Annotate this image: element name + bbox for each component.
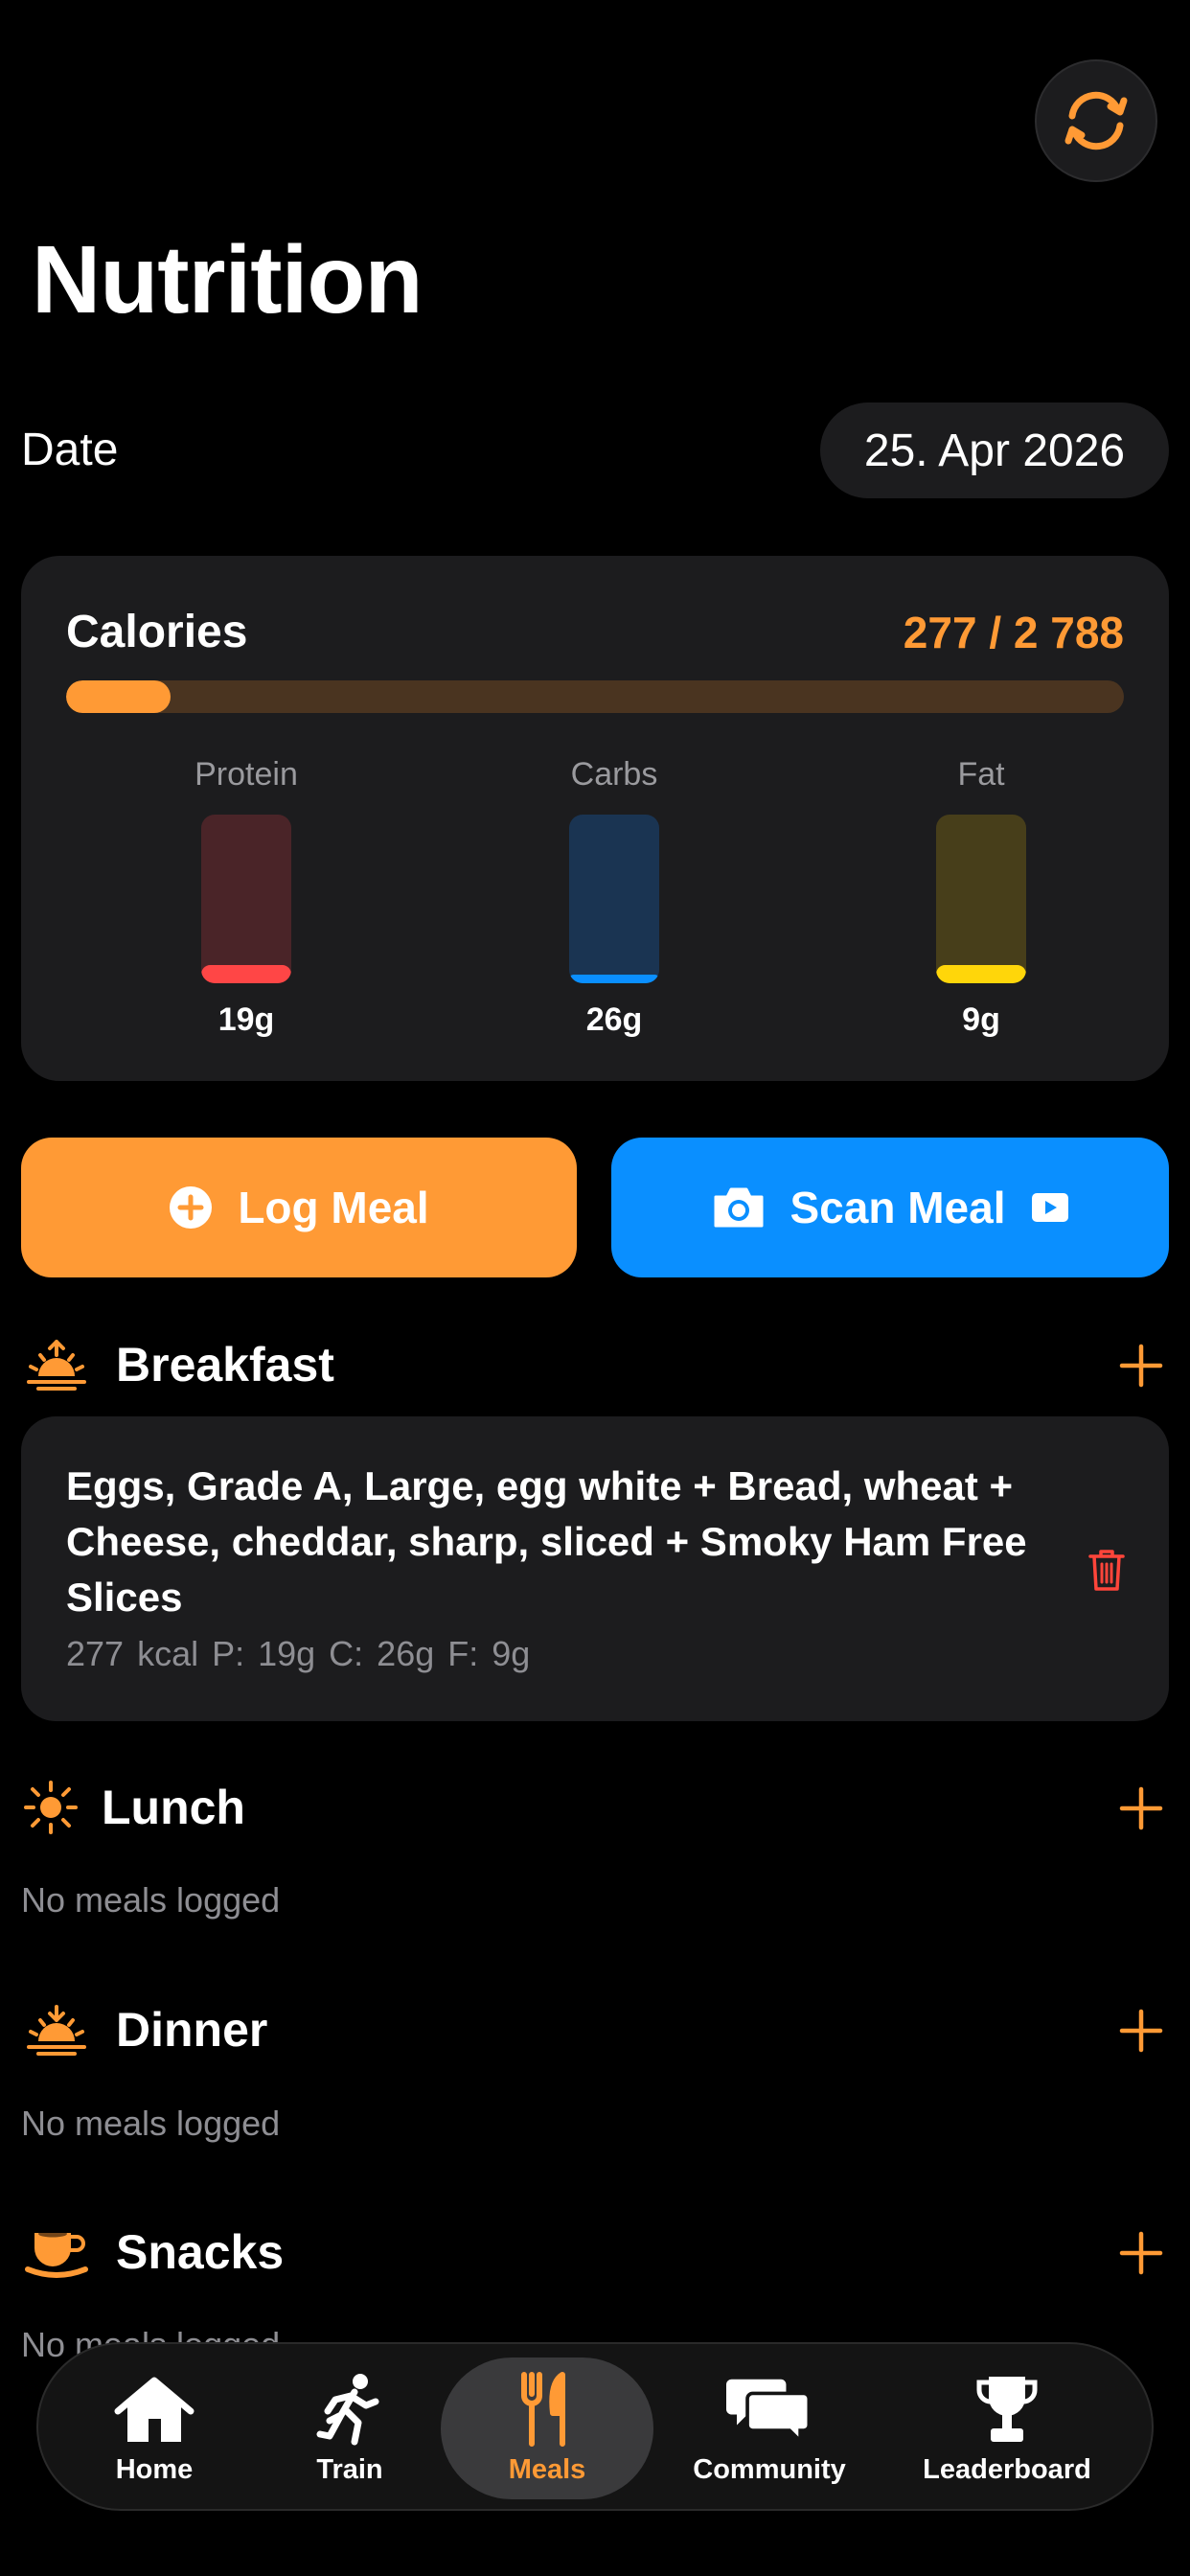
section-snacks: Snacks [0, 2219, 1190, 2286]
dinner-empty-text: No meals logged [21, 2104, 281, 2143]
scan-meal-button[interactable]: Scan Meal [611, 1138, 1169, 1277]
tab-label: Meals [508, 2454, 586, 2485]
trophy-icon [964, 2371, 1050, 2448]
add-lunch-button[interactable] [1119, 1786, 1163, 1830]
section-title: Dinner [116, 2003, 268, 2057]
section-breakfast: Breakfast [0, 1331, 1190, 1398]
tab-label: Train [316, 2454, 383, 2485]
macro-name: Fat [957, 756, 1005, 793]
macro-bar-fill [569, 975, 659, 983]
calories-card: Calories 277 / 2 788 Protein 19g Carbs 2… [21, 556, 1169, 1081]
plus-circle-icon [170, 1186, 213, 1229]
section-title: Breakfast [116, 1338, 334, 1392]
sunset-icon [25, 2001, 88, 2058]
camera-icon [714, 1187, 763, 1228]
sync-icon [1064, 91, 1128, 150]
calories-progress-track [66, 680, 1124, 713]
section-title: Snacks [116, 2225, 285, 2279]
lunch-empty-text: No meals logged [21, 1880, 281, 1920]
add-snacks-button[interactable] [1119, 2231, 1163, 2275]
macro-amount: 19g [217, 1001, 275, 1038]
section-dinner: Dinner [0, 1996, 1190, 2063]
tab-label: Leaderboard [923, 2454, 1091, 2485]
macro-name: Protein [195, 756, 298, 793]
section-title: Lunch [102, 1781, 245, 1834]
macro-bar-fill [936, 964, 1026, 983]
sync-button[interactable] [1035, 59, 1157, 182]
tab-label: Home [115, 2454, 194, 2485]
tab-train[interactable]: Train [268, 2344, 431, 2513]
add-dinner-button[interactable] [1119, 2009, 1163, 2053]
tab-leaderboard[interactable]: Leaderboard [906, 2344, 1108, 2513]
macro-name: Carbs [570, 756, 658, 793]
trash-icon[interactable] [1085, 1547, 1129, 1593]
macro-amount: 9g [962, 1001, 1000, 1038]
sunrise-icon [25, 1336, 88, 1393]
macro-amount: 26g [585, 1001, 643, 1038]
meal-name: Eggs, Grade A, Large, egg white + Bread,… [66, 1463, 1027, 1620]
calories-value: 277 / 2 788 [903, 608, 1124, 657]
meal-entry[interactable]: Eggs, Grade A, Large, egg white + Bread,… [21, 1416, 1169, 1721]
macro-fat: Fat 9g [866, 755, 1096, 1039]
meal-stats: 277 kcal P: 19g C: 26g F: 9g [66, 1634, 531, 1673]
scan-meal-label: Scan Meal [790, 1183, 1006, 1232]
runner-icon [307, 2371, 393, 2448]
log-meal-button[interactable]: Log Meal [21, 1138, 577, 1277]
tab-bar: Home Train Meals Community Leaderboard [36, 2342, 1154, 2511]
chat-bubbles-icon [726, 2371, 812, 2448]
calories-label: Calories [66, 607, 248, 657]
tab-community[interactable]: Community [678, 2344, 860, 2513]
tab-label: Community [693, 2454, 846, 2485]
macro-protein: Protein 19g [131, 755, 361, 1039]
macro-bar-fill [201, 964, 291, 983]
date-picker[interactable]: 25. Apr 2026 [820, 402, 1169, 498]
macro-bar [936, 815, 1026, 983]
home-icon [111, 2371, 197, 2448]
macro-bar [569, 815, 659, 983]
page-title: Nutrition [32, 226, 423, 334]
calories-progress-fill [66, 680, 172, 713]
cup-icon [25, 2223, 88, 2281]
section-lunch: Lunch [0, 1774, 1190, 1841]
video-icon [1031, 1193, 1068, 1222]
macro-carbs: Carbs 26g [499, 755, 729, 1039]
tab-home[interactable]: Home [73, 2344, 236, 2513]
tab-meals[interactable]: Meals [441, 2358, 653, 2499]
fork-knife-icon [504, 2371, 590, 2448]
sun-icon [19, 1779, 82, 1836]
add-breakfast-button[interactable] [1119, 1344, 1163, 1388]
log-meal-label: Log Meal [238, 1183, 429, 1232]
macro-bar [201, 815, 291, 983]
date-label: Date [21, 425, 119, 475]
